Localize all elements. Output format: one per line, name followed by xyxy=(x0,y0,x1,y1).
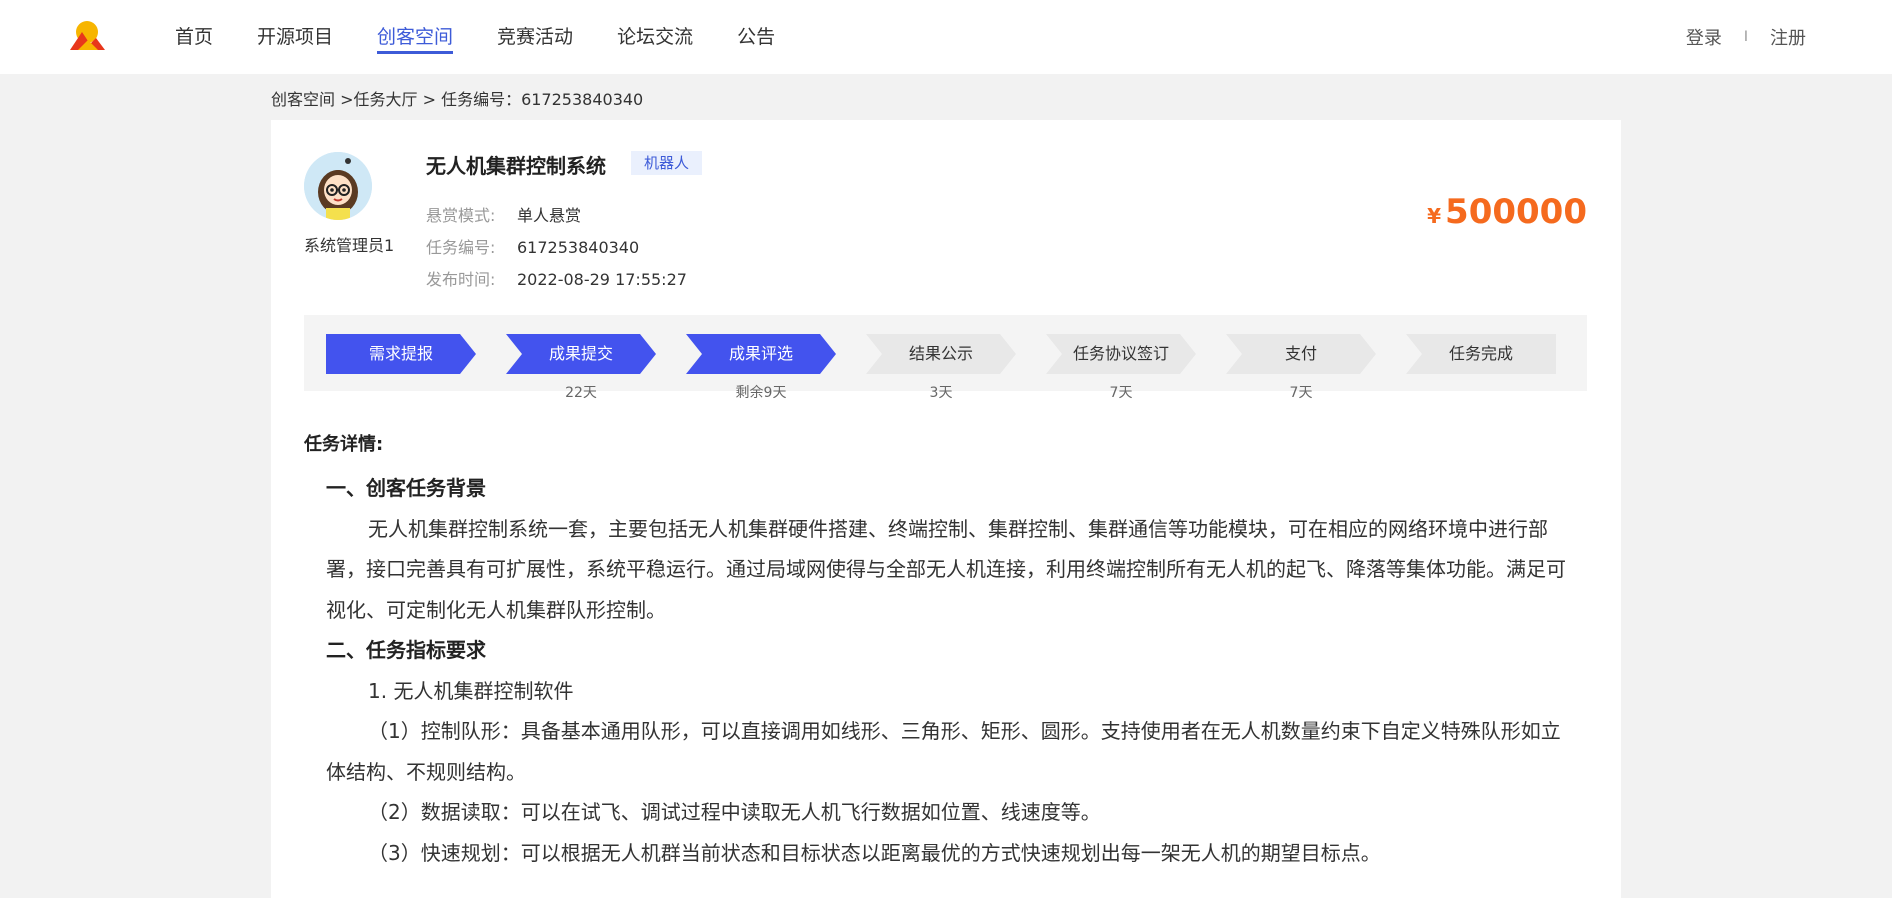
paragraph: （1）控制队形：具备基本通用队形，可以直接调用如线形、三角形、矩形、圆形。支持使… xyxy=(326,719,1561,784)
task-description: 一、创客任务背景无人机集群控制系统一套，主要包括无人机集群硬件搭建、终端控制、集… xyxy=(326,468,1576,873)
reward-price: ¥500000 xyxy=(1427,192,1587,232)
meta-value: 2022-08-29 17:55:27 xyxy=(517,270,687,289)
paragraph: 1. 无人机集群控制软件 xyxy=(368,678,574,703)
meta-value: 单人悬赏 xyxy=(517,206,582,225)
nav-item-maker-space[interactable]: 创客空间 xyxy=(377,0,454,74)
step-label: 结果公示 xyxy=(908,344,973,363)
task-detail-card: 系统管理员1 无人机集群控制系统 机器人 悬赏模式: 单人悬赏 任务编号: 6172… xyxy=(271,120,1621,898)
paragraph: 无人机集群控制系统一套，主要包括无人机集群硬件搭建、终端控制、集群控制、集群通信… xyxy=(326,516,1566,622)
breadcrumb[interactable]: 创客空间 >任务大厅 > 任务编号：617253840340 xyxy=(271,86,643,110)
meta-value: 617253840340 xyxy=(517,238,640,257)
paragraph: （2）数据读取：可以在试飞、调试过程中读取无人机飞行数据如位置、线速度等。 xyxy=(368,800,1101,824)
step-4: 任务协议签订 xyxy=(1046,334,1196,374)
auth-separator: I xyxy=(1743,29,1748,45)
meta-label: 悬赏模式: xyxy=(426,206,496,225)
step-5: 支付 xyxy=(1226,334,1376,374)
nav-item-open-source[interactable]: 开源项目 xyxy=(257,0,333,74)
meta-task-number: 任务编号: 617253840340 xyxy=(426,234,639,258)
step-duration: 22天 xyxy=(565,385,597,401)
nav-item-forum[interactable]: 论坛交流 xyxy=(617,0,693,74)
main-nav: 首页 开源项目 创客空间 竞赛活动 论坛交流 公告 xyxy=(175,0,819,74)
meta-reward-mode: 悬赏模式: 单人悬赏 xyxy=(426,202,581,226)
site-logo-icon[interactable] xyxy=(68,18,106,52)
nav-item-home[interactable]: 首页 xyxy=(175,0,213,74)
step-label: 需求提报 xyxy=(368,344,433,363)
detail-heading: 任务详情: xyxy=(304,434,384,455)
step-1: 成果提交 xyxy=(506,334,656,374)
step-duration: 3天 xyxy=(929,385,953,401)
meta-publish-time: 发布时间: 2022-08-29 17:55:27 xyxy=(426,266,687,290)
meta-label: 发布时间: xyxy=(426,270,496,289)
meta-label: 任务编号: xyxy=(426,238,496,257)
top-navbar: 首页 开源项目 创客空间 竞赛活动 论坛交流 公告 登录 I 注册 xyxy=(0,0,1892,74)
step-label: 支付 xyxy=(1284,344,1317,363)
progress-steps: 需求提报 成果提交 成果评选 结果公示 任务协议签订 支付 任务完成 xyxy=(304,315,1587,391)
task-title: 无人机集群控制系统 xyxy=(426,154,606,178)
step-duration: 7天 xyxy=(1289,385,1313,401)
step-3: 结果公示 xyxy=(866,334,1016,374)
section-heading: 二、任务指标要求 xyxy=(326,638,486,662)
step-6: 任务完成 xyxy=(1406,334,1556,374)
register-link[interactable]: 注册 xyxy=(1770,24,1806,50)
price-amount: 500000 xyxy=(1445,192,1587,232)
category-tag: 机器人 xyxy=(631,151,703,175)
step-label: 成果提交 xyxy=(548,344,613,363)
nav-item-competitions[interactable]: 竞赛活动 xyxy=(497,0,573,74)
step-duration: 剩余9天 xyxy=(735,385,787,401)
step-label: 任务完成 xyxy=(1448,344,1513,363)
step-0: 需求提报 xyxy=(326,334,476,374)
currency-symbol: ¥ xyxy=(1427,204,1442,228)
avatar-illustration-icon xyxy=(304,152,372,220)
step-duration: 7天 xyxy=(1109,385,1133,401)
nav-item-announcements[interactable]: 公告 xyxy=(737,0,775,74)
step-2: 成果评选 xyxy=(686,334,836,374)
login-link[interactable]: 登录 xyxy=(1686,24,1722,50)
auth-links: 登录 I 注册 xyxy=(1686,0,1806,74)
paragraph: （3）快速规划：可以根据无人机群当前状态和目标状态以距离最优的方式快速规划出每一… xyxy=(368,840,1381,865)
step-label: 成果评选 xyxy=(728,344,793,363)
step-label: 任务协议签订 xyxy=(1072,344,1169,363)
author-name: 系统管理员1 xyxy=(304,236,395,255)
avatar xyxy=(304,152,372,220)
section-heading: 一、创客任务背景 xyxy=(326,476,486,500)
